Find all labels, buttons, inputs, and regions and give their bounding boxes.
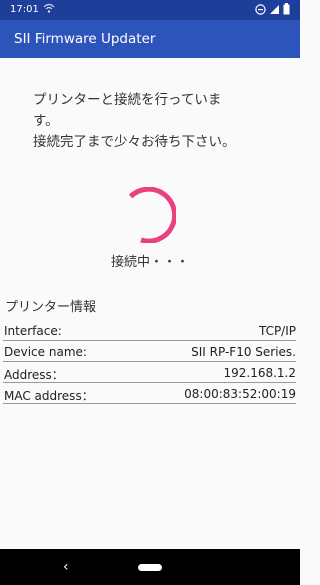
- status-icons: [255, 3, 290, 18]
- signal-icon: [269, 4, 280, 18]
- printer-info-table: Interface: TCP/IP Device name: SII RP-F1…: [3, 320, 296, 404]
- info-value: 192.168.1.2: [223, 366, 296, 380]
- info-value: SII RP-F10 Series.: [191, 345, 296, 359]
- info-row-interface: Interface: TCP/IP: [3, 320, 296, 341]
- info-label: Device name:: [4, 345, 87, 359]
- loading-spinner: [128, 187, 176, 243]
- info-label: Interface:: [4, 324, 62, 338]
- app-bar: SII Firmware Updater: [0, 20, 300, 58]
- info-row-mac-address: MAC address： 08:00:83:52:00:19: [3, 383, 296, 404]
- home-pill-icon[interactable]: [138, 564, 162, 571]
- wifi-icon: [43, 2, 55, 17]
- battery-icon: [283, 3, 290, 18]
- info-label: Address：: [4, 368, 64, 382]
- back-icon[interactable]: ‹: [63, 559, 69, 575]
- connection-message: プリンターと接続を行っていま す。 接続完了まで少々お待ち下さい。: [33, 92, 236, 150]
- dnd-icon: [255, 3, 266, 18]
- info-value: 08:00:83:52:00:19: [184, 387, 296, 401]
- info-row-device-name: Device name: SII RP-F10 Series.: [3, 341, 296, 362]
- status-time: 17:01: [10, 4, 39, 15]
- printer-info-title: プリンター情報: [5, 300, 97, 315]
- info-label: MAC address：: [4, 389, 94, 403]
- status-bar: 17:01: [0, 0, 300, 20]
- info-value: TCP/IP: [258, 324, 296, 338]
- connecting-status: 接続中・・・: [110, 255, 189, 270]
- navigation-bar: ‹: [0, 549, 300, 585]
- app-title: SII Firmware Updater: [14, 31, 156, 47]
- info-row-address: Address： 192.168.1.2: [3, 362, 296, 383]
